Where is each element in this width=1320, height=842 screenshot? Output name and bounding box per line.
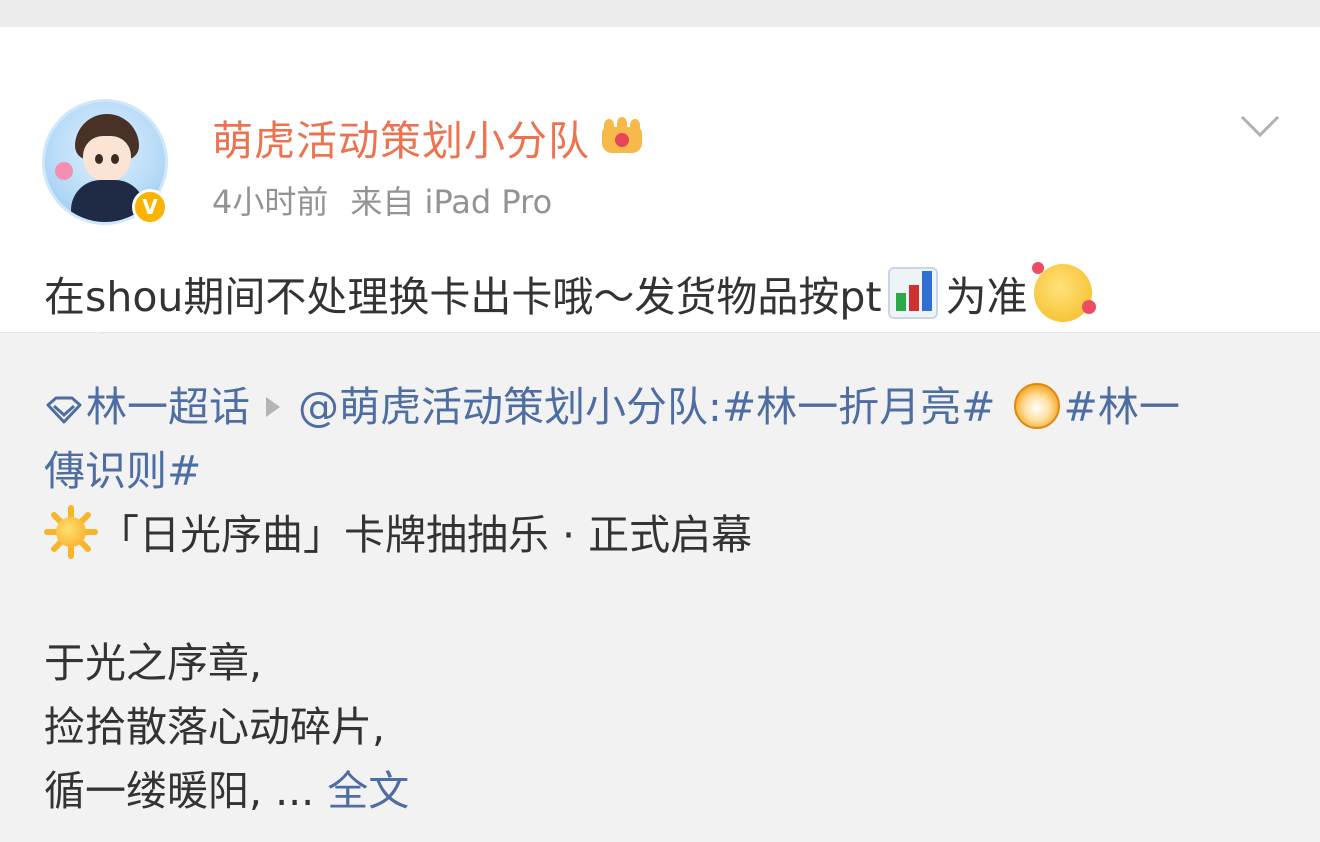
- diamond-supertopic-icon: [46, 396, 82, 424]
- supertopic-link[interactable]: 林一超话: [86, 383, 250, 431]
- poem-line-1: 于光之序章,: [44, 639, 263, 687]
- post-meta: 4小时前 来自 iPad Pro: [212, 177, 552, 223]
- crown-icon[interactable]: [600, 117, 644, 157]
- post-time: 4小时前: [212, 183, 329, 221]
- repost-pointer: [76, 331, 120, 353]
- hashtag-link-2a[interactable]: #林一: [1064, 383, 1180, 431]
- username-row: 萌虎活动策划小分队: [212, 107, 644, 167]
- repost-line-1: 林一超话 @萌虎活动策划小分队:#林一折月亮# #林一: [44, 375, 1274, 439]
- tiger-emoji-icon: [1013, 383, 1060, 429]
- top-separator: [0, 0, 1320, 27]
- repost-line-3: 「日光序曲」卡牌抽抽乐 · 正式启幕: [44, 503, 1274, 567]
- username[interactable]: 萌虎活动策划小分队: [212, 107, 590, 167]
- post-text-part1: 在shou期间不处理换卡出卡哦～发货物品按pt: [44, 273, 882, 321]
- post-text-part2: 为准: [945, 273, 1028, 321]
- play-arrow-icon: [266, 397, 280, 417]
- repost-area[interactable]: 林一超话 @萌虎活动策划小分队:#林一折月亮# #林一 傳识则# 「日光序曲」卡牌抽…: [0, 332, 1320, 842]
- full-text-link[interactable]: 全文: [327, 767, 409, 815]
- hashtag-link-2b[interactable]: 傳识则#: [44, 447, 201, 495]
- poem-line-3: 循一缕暖阳, ... 全文: [44, 767, 410, 815]
- repost-line-2: 傳识则#: [44, 439, 1274, 503]
- verified-v-icon: V: [132, 189, 168, 225]
- bar-chart-emoji-icon: [887, 267, 938, 319]
- mention-link[interactable]: @萌虎活动策划小分队:: [298, 383, 722, 431]
- chevron-down-icon[interactable]: [1240, 113, 1280, 139]
- event-title: 「日光序曲」卡牌抽抽乐 · 正式启幕: [98, 511, 753, 559]
- hashtag-link-1[interactable]: #林一折月亮#: [722, 383, 996, 431]
- repost-content: 林一超话 @萌虎活动策划小分队:#林一折月亮# #林一 傳识则# 「日光序曲」卡牌抽…: [44, 375, 1274, 823]
- post-text: 在shou期间不处理换卡出卡哦～发货物品按pt 为准: [44, 262, 1096, 323]
- sun-emoji-icon: [44, 505, 98, 559]
- poem-line-2: 捡拾散落心动碎片,: [44, 703, 386, 751]
- post-source: 来自 iPad Pro: [350, 183, 553, 221]
- blushing-face-emoji-icon: [1031, 262, 1096, 322]
- weibo-post-card: V 萌虎活动策划小分队 4小时前 来自 iPad Pro 在shou期间不处理换…: [0, 27, 1320, 332]
